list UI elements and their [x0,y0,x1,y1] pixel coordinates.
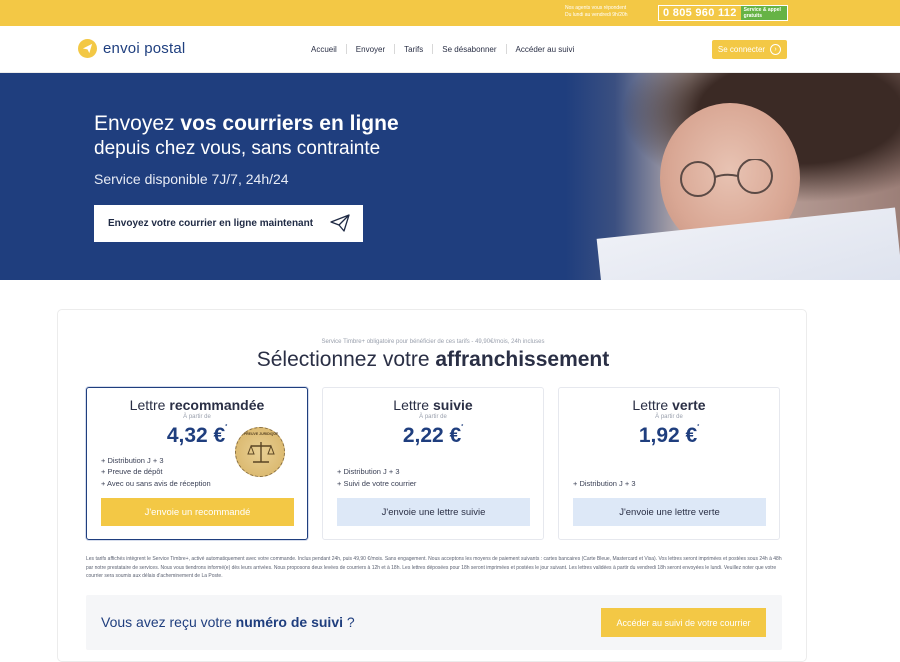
card-lettre-recommandee[interactable]: Lettre recommandée À partir de 4,32 €* P… [86,387,308,540]
pricing-title-bold: affranchissement [435,348,610,371]
card-lettre-verte[interactable]: Lettre verte À partir de 1,92 €* + Distr… [558,387,780,540]
send-recommande-button[interactable]: J'envoie un recommandé [101,498,294,526]
pricing-title-normal: Sélectionnez votre [256,348,436,371]
feature-item: + Avec ou sans avis de réception [101,478,211,488]
paper-plane-logo-icon [78,39,97,58]
legal-notice: Les tarifs affichés intègrent le Service… [86,556,782,579]
card-title-bold: suivie [433,397,473,413]
price-footnote-mark: * [697,424,700,430]
scales-of-justice-icon [247,442,275,463]
nav-envoyer[interactable]: Envoyer [347,45,394,54]
feature-item: + Distribution J + 3 [573,478,636,488]
card-title: Lettre suivie [323,397,543,413]
card-title-bold: recommandée [169,397,265,413]
card-features: + Distribution J + 3 [573,478,636,490]
tracking-question: Vous avez reçu votre numéro de suivi ? [101,614,355,630]
logo-text: envoi postal [103,40,186,57]
feature-item: + Distribution J + 3 [101,455,164,465]
tracking-question-normal: Vous avez reçu votre [101,614,236,630]
price-from-label: À partir de [655,414,683,420]
tracking-question-end: ? [343,614,355,630]
feature-item: + Preuve de dépôt [101,467,163,476]
login-button-label: Se connecter [717,45,766,54]
send-lettre-suivie-button[interactable]: J'envoie une lettre suivie [337,498,530,526]
stamp-text: PREUVE JURIDIQUE [243,432,279,436]
card-features: + Distribution J + 3 + Suivi de votre co… [337,466,416,489]
send-lettre-verte-button[interactable]: J'envoie une lettre verte [573,498,766,526]
free-call-badge-line2: gratuits [743,13,762,19]
hero-headline: Envoyez vos courriers en ligne depuis ch… [94,111,399,189]
top-info-bar: Nos agents vous répondent Du lundi au ve… [0,0,900,26]
hero-banner: Envoyez vos courriers en ligne depuis ch… [0,73,900,280]
hero-line1: Envoyez vos courriers en ligne [94,111,399,137]
login-button[interactable]: Se connecter › [712,40,787,59]
hero-photo-glasses [680,159,773,197]
feature-item: + Distribution J + 3 [337,467,400,476]
card-lettre-suivie[interactable]: Lettre suivie À partir de 2,22 €* + Dist… [322,387,544,540]
tracking-question-bold: numéro de suivi [235,614,343,630]
timbre-plus-notice: Service Timbre+ obligatoire pour bénéfic… [321,339,545,345]
tracking-banner: Vous avez reçu votre numéro de suivi ? A… [86,595,782,650]
send-letter-now-button[interactable]: Envoyez votre courrier en ligne maintena… [94,205,363,242]
card-features: + Distribution J + 3 + Preuve de dépôt +… [101,455,211,490]
access-tracking-button[interactable]: Accéder au suivi de votre courrier [601,608,766,637]
main-nav: Accueil Envoyer Tarifs Se désabonner Acc… [302,44,583,54]
card-price-value: 4,32 € [166,424,226,447]
site-header: envoi postal Accueil Envoyer Tarifs Se d… [0,26,900,73]
pricing-section: Service Timbre+ obligatoire pour bénéfic… [57,309,807,662]
phone-number[interactable]: 0 805 960 112 [659,6,741,20]
send-letter-now-label: Envoyez votre courrier en ligne maintena… [108,218,314,229]
nav-tarifs[interactable]: Tarifs [395,45,432,54]
card-title-bold: verte [672,397,706,413]
nav-se-desabonner[interactable]: Se désabonner [433,45,505,54]
card-price-value: 1,92 € [638,424,698,447]
card-title-normal: Lettre [129,397,170,413]
card-price: 1,92 €* [559,424,779,448]
hero-availability: Service disponible 7J/7, 24h/24 [94,171,289,187]
free-call-badge: Service & appel gratuits [740,6,787,20]
card-title-normal: Lettre [632,397,673,413]
pricing-title: Sélectionnez votre affranchissement [58,348,808,372]
price-from-label: À partir de [183,414,211,420]
price-footnote-mark: * [225,424,228,430]
hero-line1-normal: Envoyez [94,112,181,135]
phone-contact[interactable]: 0 805 960 112 Service & appel gratuits [658,5,788,21]
paper-plane-icon [330,214,350,232]
card-title-normal: Lettre [393,397,433,413]
card-price: 2,22 €* [323,424,543,448]
support-hours: Nos agents vous répondent Du lundi au ve… [565,5,655,19]
feature-item: + Suivi de votre courrier [337,478,417,488]
support-hint-line1: Nos agents vous répondent [565,5,627,11]
support-hint-line2: Du lundi au vendredi 9h/20h [565,12,628,18]
price-footnote-mark: * [461,424,464,430]
card-title: Lettre verte [559,397,779,413]
nav-acceder-suivi[interactable]: Accéder au suivi [507,45,584,54]
nav-accueil[interactable]: Accueil [302,45,346,54]
card-title: Lettre recommandée [87,397,307,413]
legal-proof-stamp-icon: PREUVE JURIDIQUE [235,427,285,477]
hero-line1-bold: vos courriers en ligne [180,112,399,135]
arrow-right-icon: › [770,44,782,55]
hero-line2: depuis chez vous, sans contrainte [94,138,381,159]
site-logo[interactable]: envoi postal [78,39,185,58]
card-price-value: 2,22 € [402,424,462,447]
price-from-label: À partir de [419,414,447,420]
